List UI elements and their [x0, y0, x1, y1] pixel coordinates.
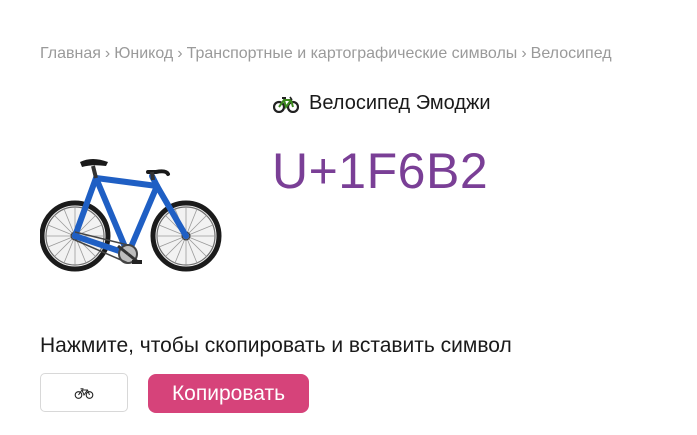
breadcrumb: Главная › Юникод › Транспортные и картог…	[40, 45, 612, 63]
copy-instructions: Нажмите, чтобы скопировать и вставить си…	[40, 334, 512, 357]
breadcrumb-separator: ›	[177, 45, 183, 62]
character-field[interactable]	[40, 373, 128, 412]
bicycle-character-icon	[74, 387, 94, 399]
unicode-code: U+1F6B2	[272, 143, 489, 199]
breadcrumb-category[interactable]: Транспортные и картографические символы	[187, 45, 518, 63]
breadcrumb-current[interactable]: Велосипед	[531, 45, 612, 63]
copy-button[interactable]: Копировать	[148, 374, 309, 413]
breadcrumb-separator: ›	[521, 45, 527, 62]
breadcrumb-separator: ›	[104, 45, 111, 62]
page: Главная › Юникод › Транспортные и картог…	[0, 0, 697, 435]
bicycle-emoji-image	[39, 150, 222, 280]
page-title: Велосипед Эмоджи	[309, 92, 491, 114]
bicycle-icon	[272, 95, 300, 113]
page-title-row: Велосипед Эмоджи	[272, 92, 491, 115]
breadcrumb-home[interactable]: Главная	[40, 45, 101, 63]
breadcrumb-unicode[interactable]: Юникод	[114, 45, 173, 63]
